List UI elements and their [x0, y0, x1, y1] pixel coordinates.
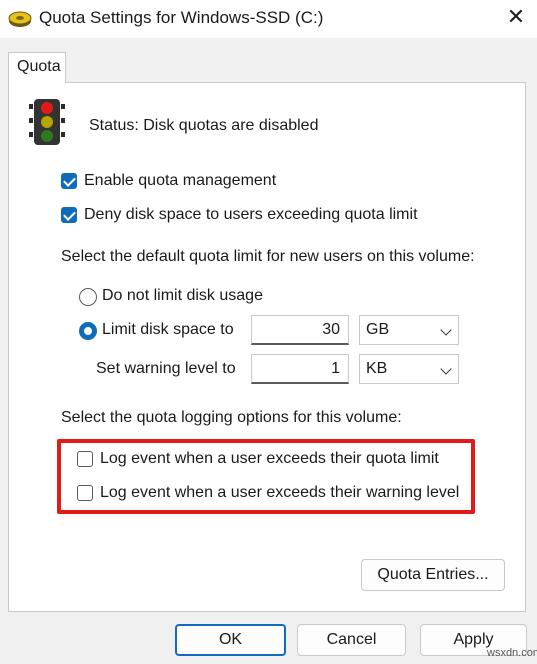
- tab-quota[interactable]: Quota: [8, 52, 66, 83]
- logging-heading: Select the quota logging options for thi…: [61, 409, 402, 426]
- no-limit-radio[interactable]: [79, 288, 97, 306]
- limit-unit-select[interactable]: GB: [359, 315, 459, 345]
- chevron-down-icon: [440, 363, 452, 375]
- enable-quota-label: Enable quota management: [84, 172, 277, 189]
- ok-button[interactable]: OK: [175, 624, 286, 656]
- warning-level-label: Set warning level to: [96, 360, 236, 377]
- quota-entries-button[interactable]: Quota Entries...: [361, 559, 505, 591]
- cancel-button[interactable]: Cancel: [297, 624, 406, 656]
- limit-value-input[interactable]: 30: [251, 315, 349, 345]
- watermark-text: wsxdn.com: [487, 647, 537, 659]
- warning-value-input[interactable]: 1: [251, 354, 349, 384]
- quota-tab-panel: [8, 82, 526, 612]
- window-title: Quota Settings for Windows-SSD (C:): [39, 8, 324, 27]
- traffic-light-icon: [29, 99, 65, 145]
- tab-quota-label: Quota: [17, 58, 61, 75]
- deny-space-checkbox[interactable]: [61, 207, 77, 223]
- deny-space-label: Deny disk space to users exceeding quota…: [84, 206, 418, 223]
- limit-unit-value: GB: [366, 321, 390, 338]
- limit-space-label: Limit disk space to: [102, 321, 234, 338]
- enable-quota-checkbox[interactable]: [61, 173, 77, 189]
- warning-unit-select[interactable]: KB: [359, 354, 459, 384]
- warning-unit-value: KB: [366, 360, 388, 377]
- chevron-down-icon: [440, 324, 452, 336]
- close-icon[interactable]: ✕: [502, 2, 530, 32]
- status-text: Status: Disk quotas are disabled: [89, 117, 319, 134]
- default-limit-heading: Select the default quota limit for new u…: [61, 248, 475, 265]
- red-highlight-box: [57, 439, 475, 514]
- limit-space-radio[interactable]: [79, 322, 97, 340]
- no-limit-label: Do not limit disk usage: [102, 287, 263, 304]
- disk-drive-icon: [8, 11, 32, 27]
